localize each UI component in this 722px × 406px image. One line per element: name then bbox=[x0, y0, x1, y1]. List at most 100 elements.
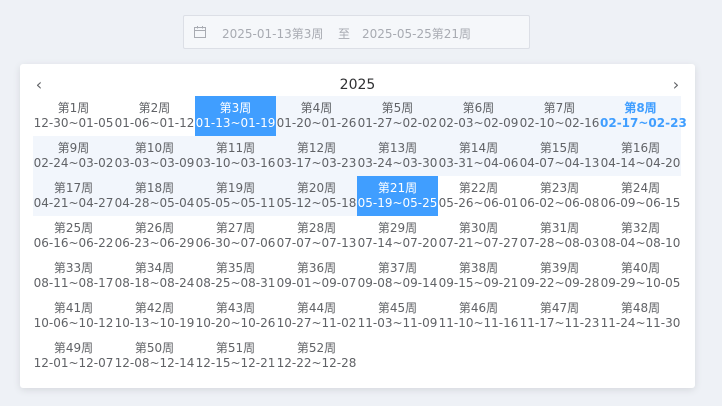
week-dates: 12-01~12-07 bbox=[33, 356, 114, 370]
week-cell[interactable]: 第39周 09-22~09-28 bbox=[519, 256, 600, 296]
week-cell[interactable]: 第45周 11-03~11-09 bbox=[357, 296, 438, 336]
week-picker-panel: ‹ 2025 › 第1周 12-30~01-05 第2周 01-06~01-12 第3周… bbox=[20, 64, 695, 388]
week-label: 第28周 bbox=[296, 221, 337, 235]
week-cell[interactable]: 第9周 02-24~03-02 bbox=[33, 136, 114, 176]
week-label: 第4周 bbox=[300, 101, 333, 115]
week-label: 第24周 bbox=[620, 181, 661, 195]
week-dates: 09-08~09-14 bbox=[357, 276, 438, 290]
week-label: 第22周 bbox=[458, 181, 499, 195]
range-end-value[interactable]: 2025-05-25第21周 bbox=[362, 25, 471, 42]
week-cell[interactable]: 第41周 10-06~10-12 bbox=[33, 296, 114, 336]
week-dates: 02-10~02-16 bbox=[519, 116, 600, 130]
week-dates: 07-28~08-03 bbox=[519, 236, 600, 250]
week-dates: 06-23~06-29 bbox=[114, 236, 195, 250]
week-cell[interactable]: 第15周 04-07~04-13 bbox=[519, 136, 600, 176]
week-cell[interactable]: 第10周 03-03~03-09 bbox=[114, 136, 195, 176]
week-dates: 01-27~02-02 bbox=[357, 116, 438, 130]
week-dates: 06-30~07-06 bbox=[195, 236, 276, 250]
week-cell[interactable]: 第12周 03-17~03-23 bbox=[276, 136, 357, 176]
week-cell[interactable]: 第21周 05-19~05-25 bbox=[357, 176, 438, 216]
week-cell[interactable]: 第22周 05-26~06-01 bbox=[438, 176, 519, 216]
week-dates: 12-22~12-28 bbox=[276, 356, 357, 370]
week-cell[interactable]: 第19周 05-05~05-11 bbox=[195, 176, 276, 216]
range-start-value[interactable]: 2025-01-13第3周 bbox=[222, 25, 323, 42]
week-cell[interactable]: 第3周 01-13~01-19 bbox=[195, 96, 276, 136]
week-row: 第1周 12-30~01-05 第2周 01-06~01-12 第3周 01-13~01-… bbox=[33, 96, 687, 136]
week-cell[interactable]: 第35周 08-25~08-31 bbox=[195, 256, 276, 296]
week-cell[interactable]: 第48周 11-24~11-30 bbox=[600, 296, 681, 336]
week-cell[interactable]: 第1周 12-30~01-05 bbox=[33, 96, 114, 136]
week-cell[interactable]: 第6周 02-03~02-09 bbox=[438, 96, 519, 136]
week-dates: 03-31~04-06 bbox=[438, 156, 519, 170]
week-cell[interactable]: 第30周 07-21~07-27 bbox=[438, 216, 519, 256]
week-cell[interactable]: 第46周 11-10~11-16 bbox=[438, 296, 519, 336]
week-cell[interactable]: 第26周 06-23~06-29 bbox=[114, 216, 195, 256]
calendar-icon bbox=[194, 26, 206, 38]
week-cell[interactable]: 第33周 08-11~08-17 bbox=[33, 256, 114, 296]
week-label: 第38周 bbox=[458, 261, 499, 275]
week-cell[interactable]: 第37周 09-08~09-14 bbox=[357, 256, 438, 296]
week-dates: 11-24~11-30 bbox=[600, 316, 681, 330]
week-cell[interactable]: 第11周 03-10~03-16 bbox=[195, 136, 276, 176]
week-label: 第14周 bbox=[458, 141, 499, 155]
week-cell[interactable]: 第5周 01-27~02-02 bbox=[357, 96, 438, 136]
week-dates: 12-30~01-05 bbox=[33, 116, 114, 130]
week-cell[interactable]: 第2周 01-06~01-12 bbox=[114, 96, 195, 136]
week-label: 第41周 bbox=[53, 301, 94, 315]
week-cell[interactable]: 第31周 07-28~08-03 bbox=[519, 216, 600, 256]
week-cell[interactable]: 第18周 04-28~05-04 bbox=[114, 176, 195, 216]
week-cell[interactable]: 第14周 03-31~04-06 bbox=[438, 136, 519, 176]
chevron-right-icon[interactable]: › bbox=[668, 77, 684, 93]
week-label: 第12周 bbox=[296, 141, 337, 155]
week-dates: 09-15~09-21 bbox=[438, 276, 519, 290]
week-label: 第10周 bbox=[134, 141, 175, 155]
week-cell[interactable]: 第8周 02-17~02-23 bbox=[600, 96, 687, 136]
week-grid: 第1周 12-30~01-05 第2周 01-06~01-12 第3周 01-13~01-… bbox=[33, 96, 687, 376]
week-cell[interactable]: 第13周 03-24~03-30 bbox=[357, 136, 438, 176]
week-label: 第19周 bbox=[215, 181, 256, 195]
week-label: 第46周 bbox=[458, 301, 499, 315]
week-label: 第33周 bbox=[53, 261, 94, 275]
week-cell[interactable]: 第32周 08-04~08-10 bbox=[600, 216, 681, 256]
week-cell[interactable]: 第52周 12-22~12-28 bbox=[276, 336, 357, 376]
week-label: 第52周 bbox=[296, 341, 337, 355]
week-cell[interactable]: 第47周 11-17~11-23 bbox=[519, 296, 600, 336]
week-cell[interactable]: 第34周 08-18~08-24 bbox=[114, 256, 195, 296]
week-cell[interactable]: 第28周 07-07~07-13 bbox=[276, 216, 357, 256]
week-dates: 02-03~02-09 bbox=[438, 116, 519, 130]
week-cell[interactable]: 第50周 12-08~12-14 bbox=[114, 336, 195, 376]
week-dates: 12-08~12-14 bbox=[114, 356, 195, 370]
week-cell[interactable]: 第38周 09-15~09-21 bbox=[438, 256, 519, 296]
week-row: 第9周 02-24~03-02 第10周 03-03~03-09 第11周 03-10~0… bbox=[33, 136, 681, 176]
week-cell[interactable]: 第42周 10-13~10-19 bbox=[114, 296, 195, 336]
week-cell[interactable]: 第25周 06-16~06-22 bbox=[33, 216, 114, 256]
week-cell[interactable]: 第49周 12-01~12-07 bbox=[33, 336, 114, 376]
week-cell[interactable]: 第43周 10-20~10-26 bbox=[195, 296, 276, 336]
week-cell[interactable]: 第16周 04-14~04-20 bbox=[600, 136, 681, 176]
week-dates: 11-17~11-23 bbox=[519, 316, 600, 330]
week-dates: 02-24~03-02 bbox=[33, 156, 114, 170]
range-separator: 至 bbox=[338, 27, 351, 41]
week-dates: 03-10~03-16 bbox=[195, 156, 276, 170]
week-cell[interactable]: 第40周 09-29~10-05 bbox=[600, 256, 681, 296]
week-dates: 07-14~07-20 bbox=[357, 236, 438, 250]
week-cell[interactable]: 第36周 09-01~09-07 bbox=[276, 256, 357, 296]
week-cell[interactable]: 第27周 06-30~07-06 bbox=[195, 216, 276, 256]
week-dates: 09-29~10-05 bbox=[600, 276, 681, 290]
week-cell[interactable]: 第7周 02-10~02-16 bbox=[519, 96, 600, 136]
week-cell[interactable]: 第17周 04-21~04-27 bbox=[33, 176, 114, 216]
week-cell[interactable]: 第23周 06-02~06-08 bbox=[519, 176, 600, 216]
week-label: 第35周 bbox=[215, 261, 256, 275]
week-cell[interactable]: 第24周 06-09~06-15 bbox=[600, 176, 681, 216]
week-cell[interactable]: 第20周 05-12~05-18 bbox=[276, 176, 357, 216]
date-range-input[interactable]: 2025-01-13第3周 至 2025-05-25第21周 bbox=[183, 15, 530, 49]
week-dates: 07-21~07-27 bbox=[438, 236, 519, 250]
week-label: 第11周 bbox=[215, 141, 256, 155]
week-cell[interactable]: 第44周 10-27~11-02 bbox=[276, 296, 357, 336]
week-cell[interactable]: 第51周 12-15~12-21 bbox=[195, 336, 276, 376]
week-dates: 03-24~03-30 bbox=[357, 156, 438, 170]
week-cell[interactable]: 第29周 07-14~07-20 bbox=[357, 216, 438, 256]
week-cell[interactable]: 第4周 01-20~01-26 bbox=[276, 96, 357, 136]
week-label: 第30周 bbox=[458, 221, 499, 235]
week-label: 第31周 bbox=[539, 221, 580, 235]
